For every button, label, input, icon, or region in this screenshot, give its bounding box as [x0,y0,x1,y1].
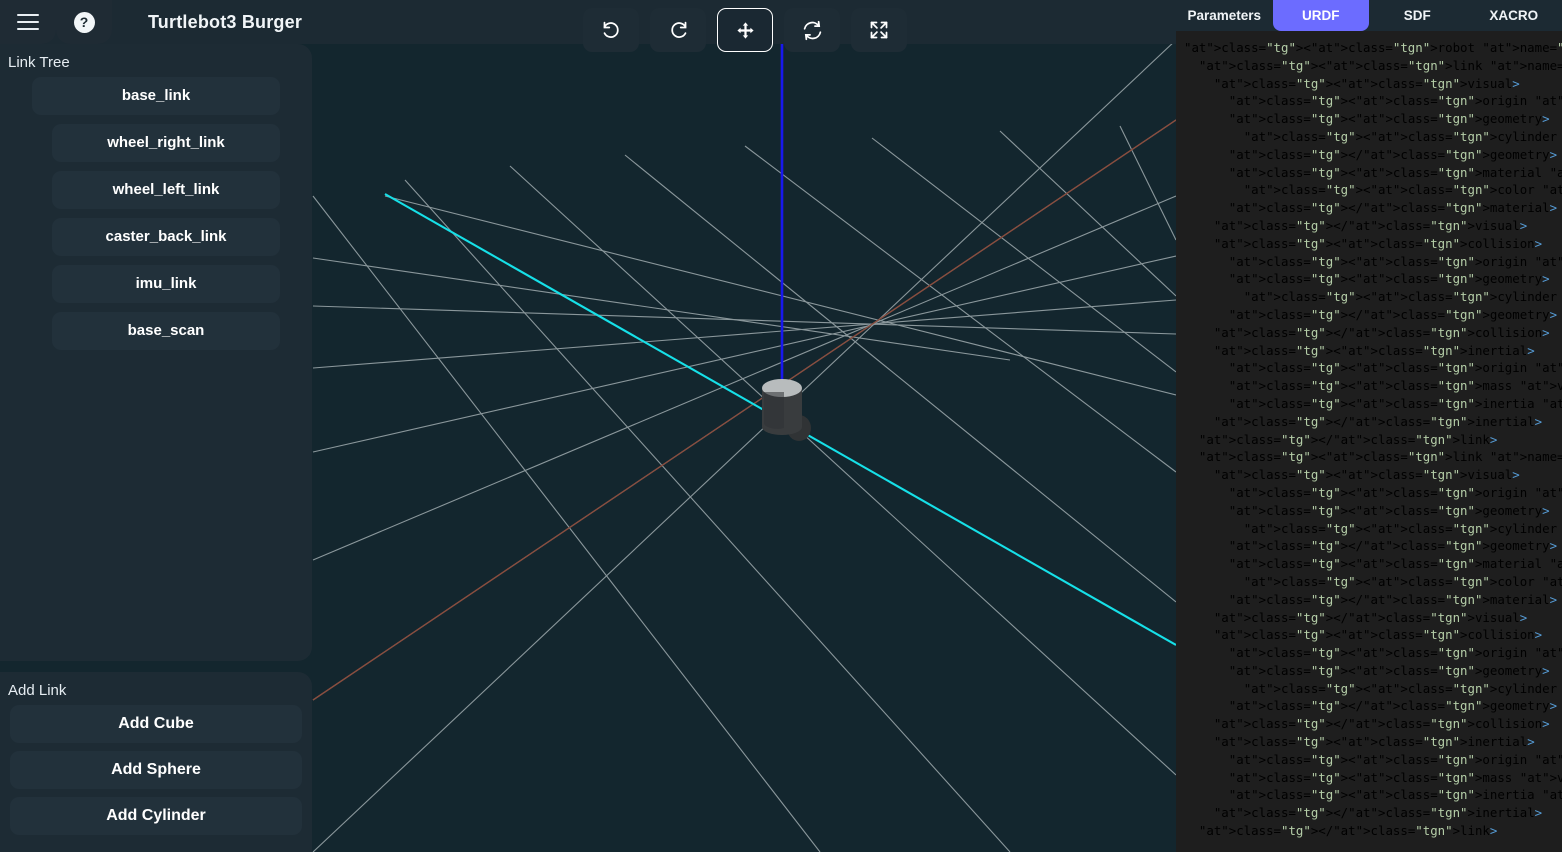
rotate-sync-icon [803,20,821,40]
code-line: "at">class="tg"></"at">class="tgn">mater… [1228,200,1558,216]
code-line: "at">class="tg"></"at">class="tgn">link> [1198,431,1498,447]
code-line: "at">class="tg"><"at">class="tgn">geomet… [1228,271,1550,287]
code-line: "at">class="tg"><"at">class="tgn">link "… [1198,449,1562,465]
hamburger-menu-icon [17,14,39,30]
code-line: "at">class="tg"></"at">class="tgn">link> [1198,823,1498,839]
undo-arrow-icon [603,21,619,38]
urdf-editor-app: ? Turtlebot3 Burger Link Tree base_link … [0,0,1562,852]
tab-sdf[interactable]: SDF [1369,0,1466,31]
link-tree-panel: Link Tree base_link wheel_right_linkwheel… [0,44,312,661]
tab-xacro[interactable]: XACRO [1466,0,1562,31]
link-tree-item[interactable]: imu_link [52,265,280,303]
add-link-title: Add Link [8,682,67,699]
code-line: "at">class="tg"></"at">class="tgn">geome… [1228,306,1558,322]
code-line: "at">class="tg"><"at">class="tgn">origin… [1228,360,1562,376]
code-line: "at">class="tg"></"at">class="tgn">inert… [1213,413,1543,429]
scale-tool-button[interactable] [851,8,907,52]
code-line: "at">class="tg"><"at">class="tgn">origin… [1228,484,1562,500]
code-line: "at">class="tg"><"at">class="tgn">robot … [1184,40,1562,55]
link-tree-item[interactable]: base_scan [52,312,280,350]
code-line: "at">class="tg"><"at">class="tgn">inerti… [1228,395,1562,411]
link-tree-list: base_link wheel_right_link wheel_left_link… [0,77,312,350]
move-arrows-icon [736,21,754,39]
help-button[interactable]: ? [56,0,112,44]
link-tree-title: Link Tree [8,54,70,71]
code-line: "at">class="tg"><"at">class="tgn">cylind… [1243,289,1562,305]
code-line: "at">class="tg"></"at">class="tgn">geome… [1228,146,1558,162]
code-line: "at">class="tg"></"at">class="tgn">colli… [1213,716,1550,732]
help-circle-icon: ? [73,11,95,33]
code-line: "at">class="tg"><"at">class="tgn">geomet… [1228,662,1550,678]
code-line: "at">class="tg"><"at">class="tgn">link "… [1198,57,1562,73]
code-line: "at">class="tg"></"at">class="tgn">geome… [1228,698,1558,714]
urdf-code-view[interactable]: "at">class="tg"><"at">class="tgn">robot … [1176,31,1562,852]
redo-arrow-icon [670,21,686,38]
code-line: "at">class="tg"><"at">class="tgn">color … [1243,182,1562,198]
transform-toolbar [583,8,907,52]
hamburger-menu-button[interactable] [0,0,56,44]
code-line: "at">class="tg"><"at">class="tgn">inerti… [1213,734,1535,750]
code-line: "at">class="tg"></"at">class="tgn">colli… [1213,324,1550,340]
code-line: "at">class="tg"><"at">class="tgn">inerti… [1228,787,1562,803]
code-line: "at">class="tg"></"at">class="tgn">visua… [1213,217,1528,233]
undo-button[interactable] [583,8,639,52]
code-line: "at">class="tg"><"at">class="tgn">origin… [1228,253,1562,269]
add-sphere-button[interactable]: Add Sphere [10,751,302,789]
base-link-shadow [764,392,784,429]
redo-button[interactable] [650,8,706,52]
tab-urdf[interactable]: URDF [1272,0,1369,31]
link-tree-item[interactable]: wheel_left_link [52,171,280,209]
add-cube-button[interactable]: Add Cube [10,705,302,743]
code-line: "at">class="tg"><"at">class="tgn">visual… [1213,75,1520,91]
code-line: "at">class="tg"></"at">class="tgn">inert… [1213,805,1543,821]
add-link-panel: Add Link Add Cube Add Sphere Add Cylinder [0,672,312,852]
code-line: "at">class="tg"></"at">class="tgn">geome… [1228,538,1558,554]
code-line: "at">class="tg"></"at">class="tgn">mater… [1228,591,1558,607]
code-line: "at">class="tg"><"at">class="tgn">origin… [1228,645,1562,661]
code-line: "at">class="tg"><"at">class="tgn">cylind… [1243,128,1562,144]
link-tree-item[interactable]: caster_back_link [52,218,280,256]
code-line: "at">class="tg"><"at">class="tgn">visual… [1213,467,1520,483]
code-line: "at">class="tg"><"at">class="tgn">origin… [1228,751,1562,767]
code-line: "at">class="tg"><"at">class="tgn">color … [1243,573,1562,589]
code-line: "at">class="tg"><"at">class="tgn">collis… [1213,235,1543,251]
format-tabs: Parameters URDF SDF XACRO [1176,0,1562,31]
add-cylinder-button[interactable]: Add Cylinder [10,797,302,835]
add-link-buttons: Add Cube Add Sphere Add Cylinder [0,705,312,843]
code-line: "at">class="tg"><"at">class="tgn">cylind… [1243,520,1562,536]
code-line: "at">class="tg"><"at">class="tgn">mass "… [1228,378,1562,394]
code-line: "at">class="tg"><"at">class="tgn">geomet… [1228,502,1550,518]
code-line: "at">class="tg"><"at">class="tgn">mass "… [1228,769,1562,785]
code-line: "at">class="tg"><"at">class="tgn">inerti… [1213,342,1535,358]
link-tree-item[interactable]: wheel_right_link [52,124,280,162]
code-line: "at">class="tg"><"at">class="tgn">materi… [1228,164,1562,180]
translate-tool-button[interactable] [717,8,773,52]
code-line: "at">class="tg"><"at">class="tgn">cylind… [1243,680,1562,696]
expand-corners-icon [870,21,888,39]
code-line: "at">class="tg"><"at">class="tgn">collis… [1213,627,1543,643]
code-line: "at">class="tg"></"at">class="tgn">visua… [1213,609,1528,625]
rotate-tool-button[interactable] [784,8,840,52]
code-line: "at">class="tg"><"at">class="tgn">geomet… [1228,111,1550,127]
tab-parameters[interactable]: Parameters [1176,0,1273,31]
code-panel: Parameters URDF SDF XACRO "at">class="tg"><… [1176,0,1562,852]
code-line: "at">class="tg"><"at">class="tgn">origin… [1228,93,1562,109]
code-line: "at">class="tg"><"at">class="tgn">materi… [1228,556,1562,572]
link-tree-item[interactable]: base_link [32,77,280,115]
